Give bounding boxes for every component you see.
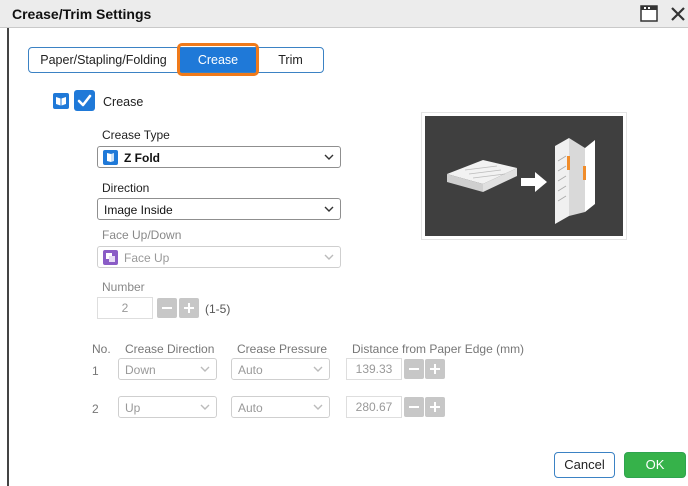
col-header-crease-pressure: Crease Pressure bbox=[237, 342, 328, 356]
number-increment-button[interactable] bbox=[179, 298, 199, 318]
face-select[interactable]: Face Up bbox=[97, 246, 341, 268]
ok-button[interactable]: OK bbox=[624, 452, 686, 478]
tab-paper-stapling-folding[interactable]: Paper/Stapling/Folding bbox=[29, 48, 179, 72]
row1-decrement-button[interactable] bbox=[404, 359, 424, 379]
minus-icon bbox=[409, 368, 419, 370]
crease-type-label: Crease Type bbox=[102, 128, 170, 142]
tab-bar: Paper/Stapling/Folding Crease Trim bbox=[28, 47, 324, 73]
number-input[interactable]: 2 bbox=[97, 297, 153, 319]
crease-checkbox-label: Crease bbox=[103, 95, 144, 109]
row2-pressure-value: Auto bbox=[238, 401, 263, 415]
tab-crease-highlight bbox=[177, 43, 259, 76]
fold-preview-canvas bbox=[425, 116, 623, 236]
minus-icon bbox=[162, 307, 172, 309]
window-edge bbox=[7, 28, 9, 486]
check-icon bbox=[77, 94, 92, 107]
row-number: 2 bbox=[92, 402, 99, 416]
direction-select[interactable]: Image Inside bbox=[97, 198, 341, 220]
plus-icon bbox=[430, 402, 440, 412]
row2-direction-select[interactable]: Up bbox=[118, 396, 217, 418]
col-header-distance: Distance from Paper Edge (mm) bbox=[352, 342, 525, 356]
row1-distance-input[interactable]: 139.33 bbox=[346, 358, 402, 380]
cancel-button[interactable]: Cancel bbox=[554, 452, 615, 478]
row1-direction-value: Down bbox=[125, 363, 156, 377]
number-label: Number bbox=[102, 280, 145, 294]
chevron-down-icon bbox=[200, 366, 210, 372]
chevron-down-icon bbox=[313, 366, 323, 372]
close-icon[interactable] bbox=[668, 4, 688, 24]
number-decrement-button[interactable] bbox=[157, 298, 177, 318]
book-icon bbox=[53, 93, 69, 109]
tab-trim[interactable]: Trim bbox=[257, 48, 323, 72]
chevron-down-icon bbox=[313, 404, 323, 410]
chevron-down-icon bbox=[324, 154, 334, 160]
col-header-no: No. bbox=[92, 342, 111, 356]
row1-increment-button[interactable] bbox=[425, 359, 445, 379]
crease-checkbox[interactable] bbox=[74, 90, 95, 111]
minus-icon bbox=[409, 406, 419, 408]
face-value: Face Up bbox=[124, 251, 170, 265]
row2-pressure-select[interactable]: Auto bbox=[231, 396, 330, 418]
row2-increment-button[interactable] bbox=[425, 397, 445, 417]
crease-type-select[interactable]: Z Fold bbox=[97, 146, 341, 168]
row1-pressure-select[interactable]: Auto bbox=[231, 358, 330, 380]
title-bar: Crease/Trim Settings bbox=[0, 0, 688, 28]
row-number: 1 bbox=[92, 364, 99, 378]
crease-type-value: Z Fold bbox=[124, 151, 160, 165]
number-range: (1-5) bbox=[205, 302, 231, 316]
fold-preview bbox=[421, 112, 627, 240]
row2-distance-input[interactable]: 280.67 bbox=[346, 396, 402, 418]
crease-trim-dialog: Crease/Trim Settings Paper/Stapling/Fold… bbox=[0, 0, 688, 486]
direction-value: Image Inside bbox=[104, 203, 173, 217]
face-up-icon bbox=[103, 250, 118, 265]
plus-icon bbox=[184, 303, 194, 313]
row1-direction-select[interactable]: Down bbox=[118, 358, 217, 380]
plus-icon bbox=[430, 364, 440, 374]
chevron-down-icon bbox=[324, 254, 334, 260]
z-fold-icon bbox=[103, 150, 118, 165]
chevron-down-icon bbox=[324, 206, 334, 212]
row1-pressure-value: Auto bbox=[238, 363, 263, 377]
chevron-down-icon bbox=[200, 404, 210, 410]
row2-direction-value: Up bbox=[125, 401, 141, 415]
direction-label: Direction bbox=[102, 181, 150, 195]
window-icon[interactable] bbox=[640, 5, 658, 22]
face-label: Face Up/Down bbox=[102, 228, 182, 242]
dialog-title: Crease/Trim Settings bbox=[12, 6, 152, 22]
col-header-crease-direction: Crease Direction bbox=[125, 342, 215, 356]
row2-decrement-button[interactable] bbox=[404, 397, 424, 417]
z-fold-illustration bbox=[447, 138, 595, 224]
